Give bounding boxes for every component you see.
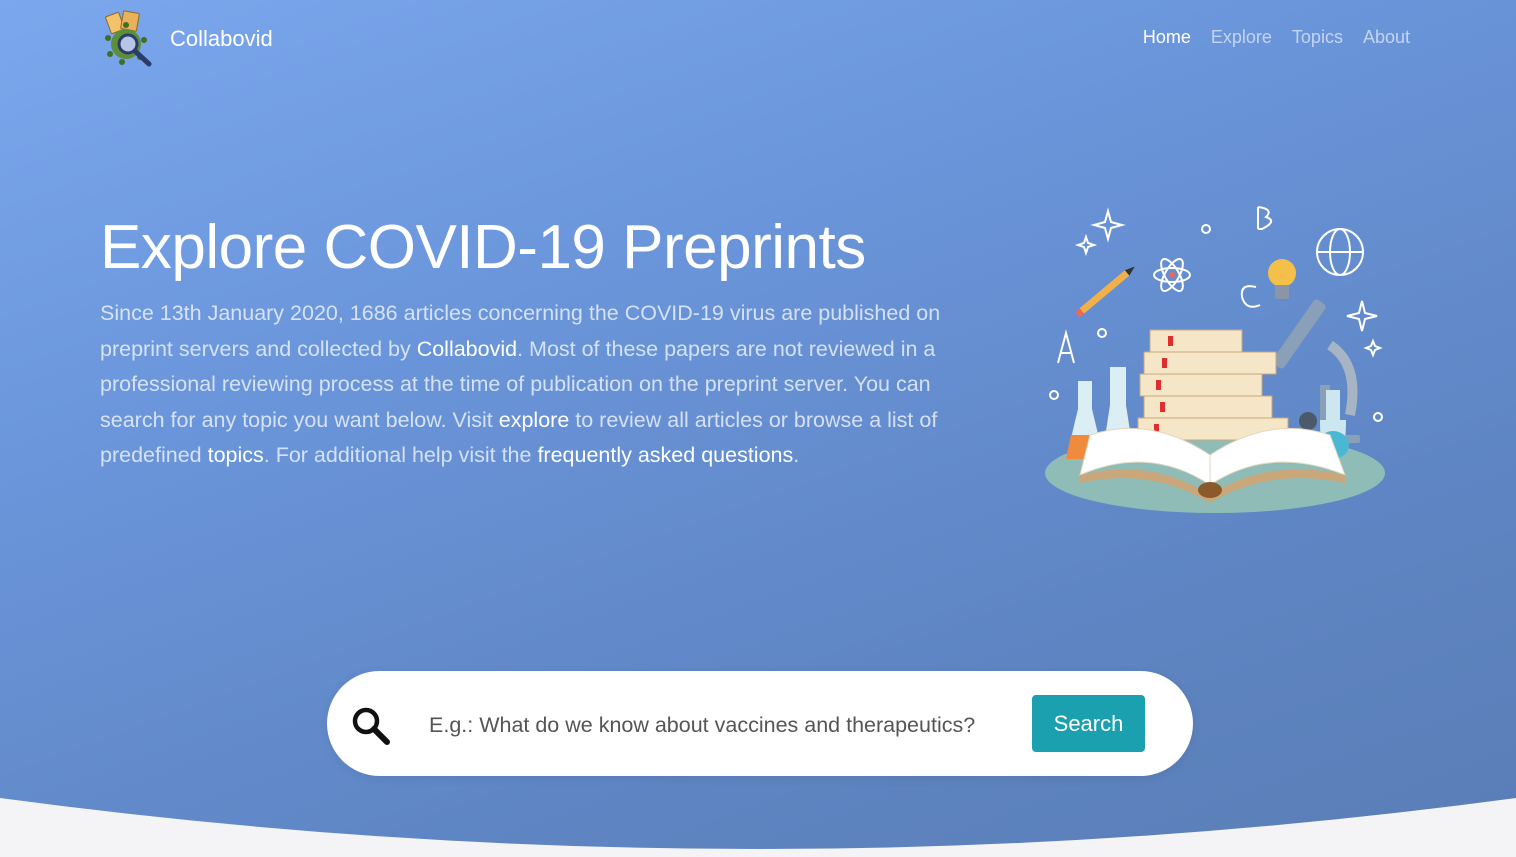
hero-description: Since 13th January 2020, 1686 articles c… <box>100 296 970 474</box>
search-icon <box>352 707 390 745</box>
virus-magnifier-logo-icon <box>105 10 152 67</box>
search-input[interactable] <box>429 705 997 745</box>
nav-about-link[interactable]: About <box>1363 27 1410 48</box>
topics-link[interactable]: topics <box>208 443 264 467</box>
nav-topics-link[interactable]: Topics <box>1292 27 1343 48</box>
books-science-illustration-icon <box>1045 206 1385 513</box>
bottom-wave-divider <box>0 798 1516 857</box>
faq-link[interactable]: frequently asked questions <box>537 443 793 467</box>
search-button[interactable]: Search <box>1032 695 1145 752</box>
brand-mention: Collabovid <box>416 336 518 361</box>
hero-title: Explore COVID-19 Preprints <box>100 213 866 282</box>
hero-text-part: . <box>793 443 800 468</box>
brand[interactable]: Collabovid <box>100 10 273 68</box>
hero-text-part: . For additional help visit the <box>263 443 538 468</box>
search-box: Search <box>327 671 1193 776</box>
brand-name: Collabovid <box>170 26 273 51</box>
nav-links: Home Explore Topics About <box>1143 27 1410 48</box>
nav-explore-link[interactable]: Explore <box>1211 27 1272 48</box>
navbar: Collabovid Home Explore Topics About <box>0 0 1516 78</box>
nav-home-link[interactable]: Home <box>1143 27 1191 48</box>
explore-link[interactable]: explore <box>499 408 570 432</box>
